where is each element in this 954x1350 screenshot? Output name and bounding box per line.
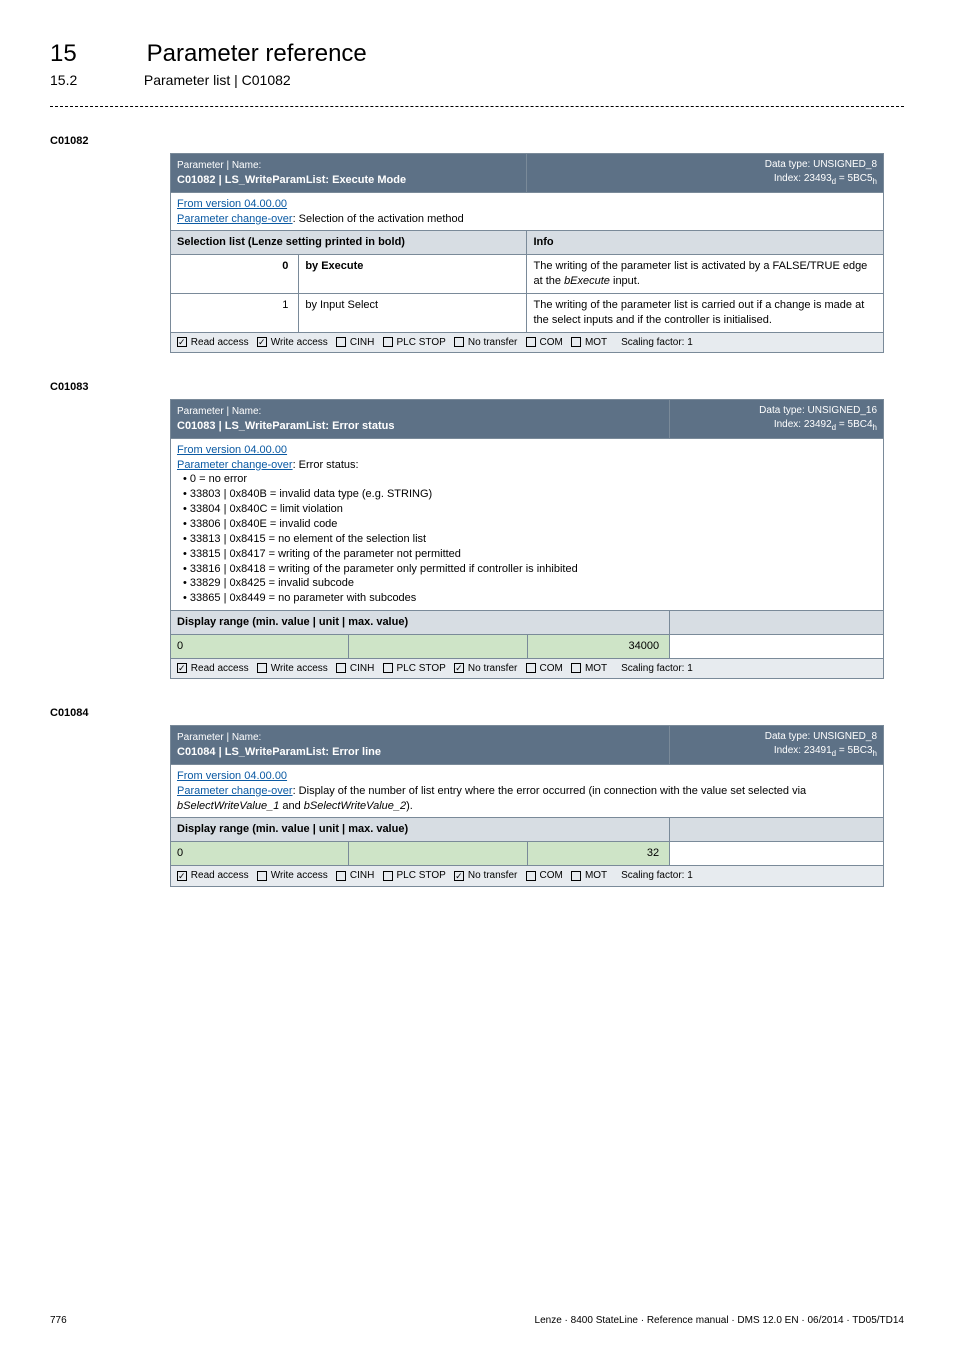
checkbox-empty-icon bbox=[526, 337, 536, 347]
col2-header: Info bbox=[527, 231, 884, 255]
checkbox-empty-icon bbox=[526, 871, 536, 881]
checkbox-checked-icon bbox=[177, 663, 187, 673]
index: Index: 23492d = 5BC4h bbox=[774, 419, 877, 430]
page-number: 776 bbox=[50, 1315, 67, 1326]
checkbox-empty-icon bbox=[257, 871, 267, 881]
hdr-left: Parameter | Name: C01084 | LS_WriteParam… bbox=[171, 726, 670, 765]
footer-right: Lenze · 8400 StateLine · Reference manua… bbox=[535, 1315, 904, 1326]
param-anchor-c01082: C01082 bbox=[50, 135, 904, 147]
table-c01084: Parameter | Name: C01084 | LS_WriteParam… bbox=[170, 725, 884, 886]
hdr-title: C01083 | LS_WriteParamList: Error status bbox=[177, 420, 394, 432]
hdr-right: Data type: UNSIGNED_8 Index: 23491d = 5B… bbox=[670, 726, 884, 765]
section-number: 15.2 bbox=[50, 72, 140, 88]
hdr-top-label: Parameter | Name: bbox=[177, 160, 261, 171]
symbols-row: Read access Write access CINH PLC STOP N… bbox=[171, 866, 884, 887]
dtype: Data type: UNSIGNED_8 bbox=[765, 731, 877, 742]
dtype: Data type: UNSIGNED_8 bbox=[765, 159, 877, 170]
change-over-link[interactable]: Parameter change-over bbox=[177, 785, 293, 797]
index: Index: 23493d = 5BC5h bbox=[774, 173, 877, 184]
table-c01083: Parameter | Name: C01083 | LS_WriteParam… bbox=[170, 399, 884, 679]
display-range-empty bbox=[670, 818, 884, 842]
checkbox-empty-icon bbox=[383, 663, 393, 673]
checkbox-checked-icon bbox=[177, 337, 187, 347]
checkbox-checked-icon bbox=[454, 871, 464, 881]
chapter-title: Parameter reference bbox=[147, 40, 367, 67]
hdr-right: Data type: UNSIGNED_8 Index: 23493d = 5B… bbox=[527, 154, 884, 193]
unit-cell bbox=[349, 634, 527, 658]
checkbox-checked-icon bbox=[257, 337, 267, 347]
from-version-link[interactable]: From version 04.00.00 bbox=[177, 198, 287, 210]
dtype: Data type: UNSIGNED_16 bbox=[759, 405, 877, 416]
hdr-left: Parameter | Name: C01082 | LS_WriteParam… bbox=[171, 154, 527, 193]
min-cell: 0 bbox=[171, 842, 349, 866]
param-anchor-c01083: C01083 bbox=[50, 381, 904, 393]
row0-label: by Execute bbox=[299, 255, 527, 294]
display-range-header: Display range (min. value | unit | max. … bbox=[171, 818, 670, 842]
table-c01082: Parameter | Name: C01082 | LS_WriteParam… bbox=[170, 153, 884, 353]
checkbox-empty-icon bbox=[454, 337, 464, 347]
display-range-empty bbox=[670, 611, 884, 635]
checkbox-empty-icon bbox=[571, 663, 581, 673]
checkbox-checked-icon bbox=[177, 871, 187, 881]
row0-num: 0 bbox=[171, 255, 299, 294]
min-cell: 0 bbox=[171, 634, 349, 658]
checkbox-checked-icon bbox=[454, 663, 464, 673]
change-over-text: : Error status: bbox=[293, 459, 359, 471]
hdr-title: C01082 | LS_WriteParamList: Execute Mode bbox=[177, 174, 406, 186]
row1-info: The writing of the parameter list is car… bbox=[527, 293, 884, 332]
display-range-header: Display range (min. value | unit | max. … bbox=[171, 611, 670, 635]
chapter-heading: 15 Parameter reference bbox=[50, 40, 904, 68]
symbols-row: Read access Write access CINH PLC STOP N… bbox=[171, 658, 884, 679]
from-version-link[interactable]: From version 04.00.00 bbox=[177, 444, 287, 456]
checkbox-empty-icon bbox=[571, 871, 581, 881]
row1-num: 1 bbox=[171, 293, 299, 332]
change-over-link[interactable]: Parameter change-over bbox=[177, 213, 293, 225]
section-title: Parameter list | C01082 bbox=[144, 72, 291, 88]
unit-cell bbox=[349, 842, 527, 866]
checkbox-empty-icon bbox=[571, 337, 581, 347]
bullet-list: • 0 = no error • 33803 | 0x840B = invali… bbox=[177, 472, 877, 606]
section-heading: 15.2 Parameter list | C01082 bbox=[50, 72, 904, 88]
param-anchor-c01084: C01084 bbox=[50, 707, 904, 719]
hdr-left: Parameter | Name: C01083 | LS_WriteParam… bbox=[171, 400, 670, 439]
hdr-title: C01084 | LS_WriteParamList: Error line bbox=[177, 746, 381, 758]
checkbox-empty-icon bbox=[383, 337, 393, 347]
description-cell: From version 04.00.00 Parameter change-o… bbox=[171, 764, 884, 818]
checkbox-empty-icon bbox=[257, 663, 267, 673]
page-footer: 776 Lenze · 8400 StateLine · Reference m… bbox=[50, 1315, 904, 1326]
from-version-link[interactable]: From version 04.00.00 bbox=[177, 770, 287, 782]
hdr-top-label: Parameter | Name: bbox=[177, 732, 261, 743]
hdr-top-label: Parameter | Name: bbox=[177, 406, 261, 417]
row0-info: The writing of the parameter list is act… bbox=[527, 255, 884, 294]
max-cell: 32 bbox=[527, 842, 670, 866]
checkbox-empty-icon bbox=[383, 871, 393, 881]
chapter-number: 15 bbox=[50, 40, 140, 68]
checkbox-empty-icon bbox=[336, 871, 346, 881]
description-cell: From version 04.00.00 Parameter change-o… bbox=[171, 192, 884, 231]
col1-header: Selection list (Lenze setting printed in… bbox=[171, 231, 527, 255]
divider-dashed bbox=[50, 106, 904, 107]
checkbox-empty-icon bbox=[526, 663, 536, 673]
row1-label: by Input Select bbox=[299, 293, 527, 332]
empty-cell bbox=[670, 634, 884, 658]
change-over-text: : Selection of the activation method bbox=[293, 213, 464, 225]
checkbox-empty-icon bbox=[336, 337, 346, 347]
hdr-right: Data type: UNSIGNED_16 Index: 23492d = 5… bbox=[670, 400, 884, 439]
empty-cell bbox=[670, 842, 884, 866]
symbols-row: Read access Write access CINH PLC STOP N… bbox=[171, 332, 884, 353]
checkbox-empty-icon bbox=[336, 663, 346, 673]
description-cell: From version 04.00.00 Parameter change-o… bbox=[171, 438, 884, 610]
max-cell: 34000 bbox=[527, 634, 670, 658]
change-over-link[interactable]: Parameter change-over bbox=[177, 459, 293, 471]
index: Index: 23491d = 5BC3h bbox=[774, 745, 877, 756]
